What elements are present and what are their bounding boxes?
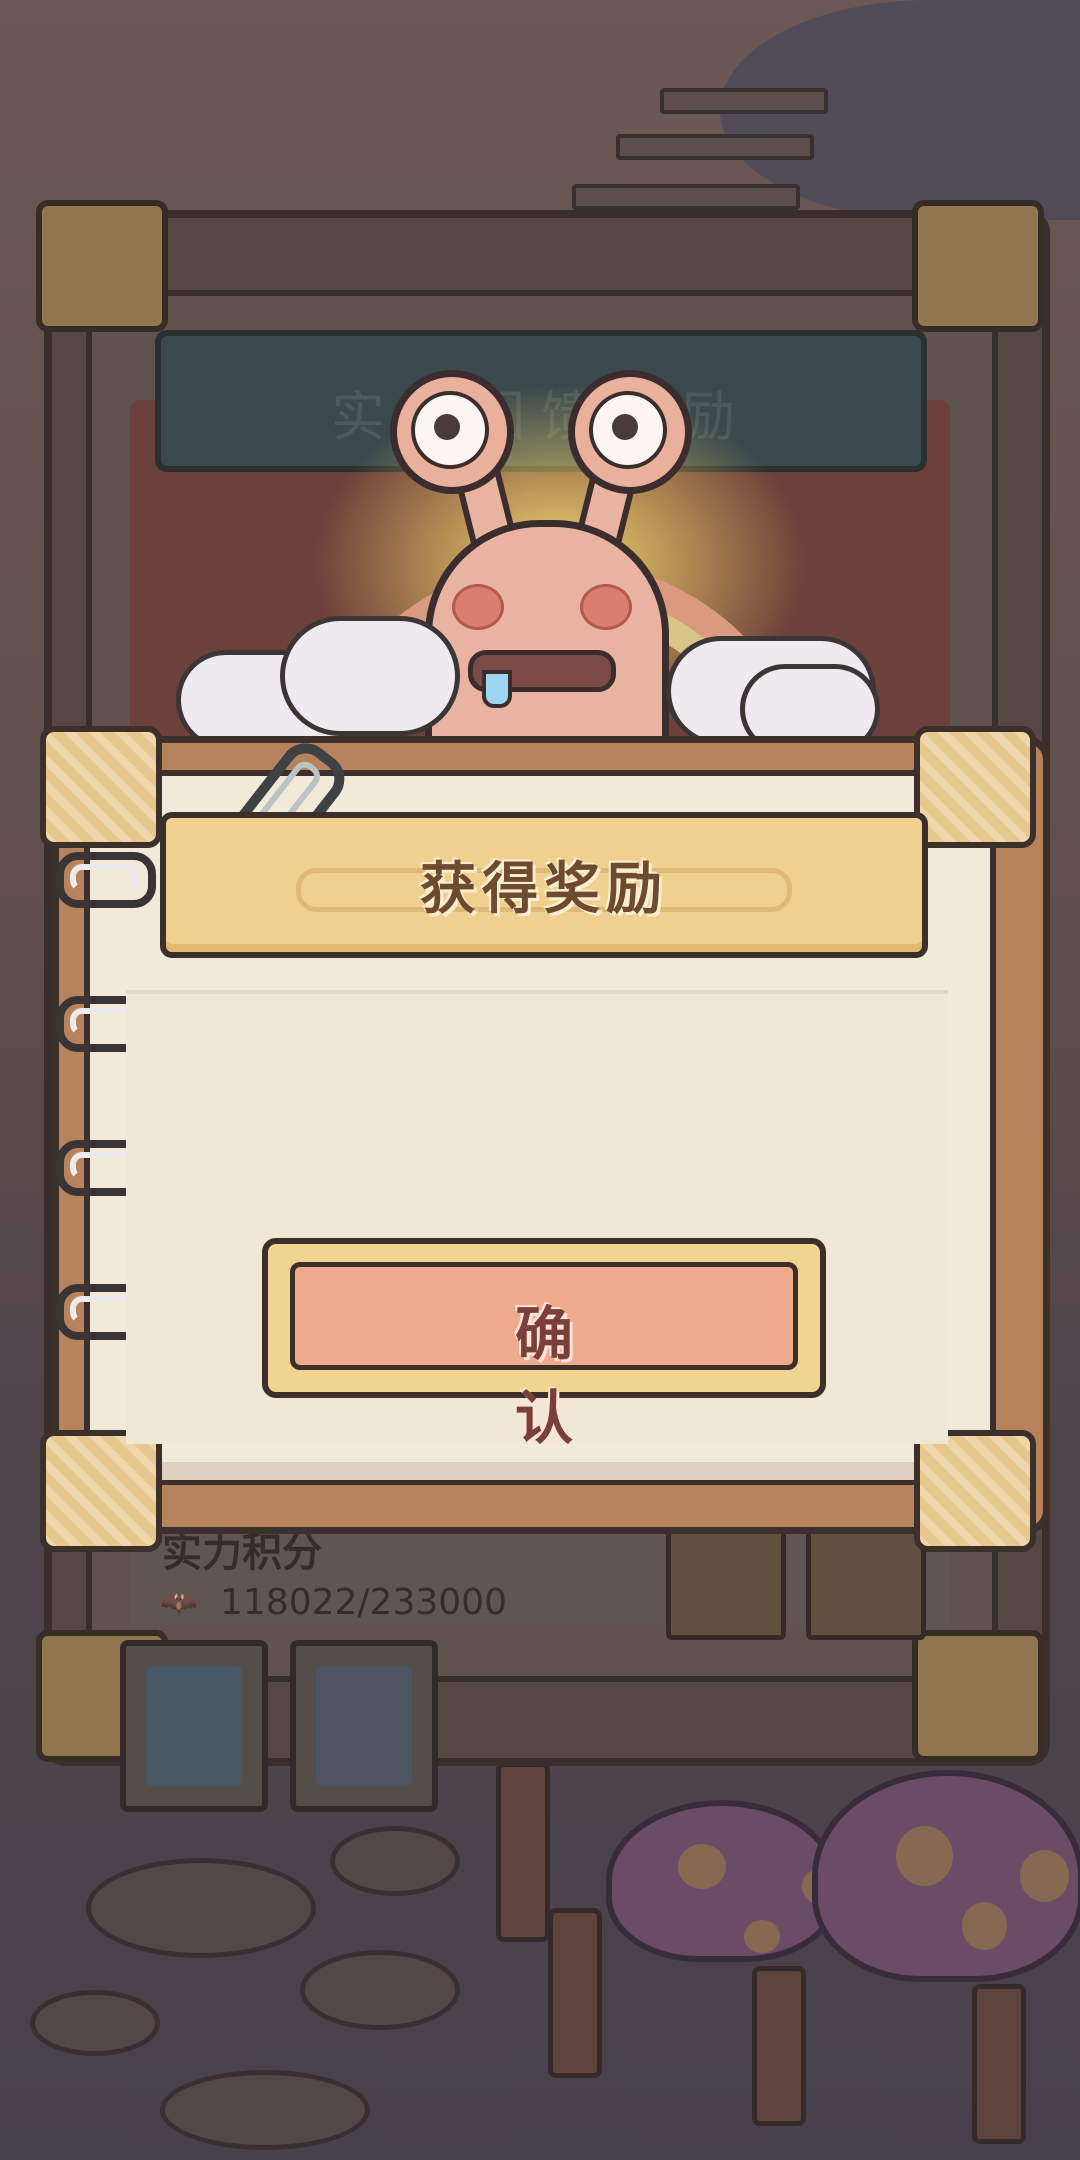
dialog-corner — [40, 1430, 162, 1552]
confirm-button-face[interactable]: 确 认 — [290, 1262, 798, 1452]
snail-eye — [390, 370, 514, 494]
snail-drool — [482, 670, 512, 708]
confirm-button[interactable]: 确 认 — [262, 1238, 826, 1452]
dialog-corner — [40, 726, 162, 848]
dialog-corner — [914, 1430, 1036, 1552]
dialog-title: 获得奖励 — [420, 857, 668, 922]
dialog-title-bar: 获得奖励 — [160, 812, 928, 958]
dialog-corner — [914, 726, 1036, 848]
confirm-button-label: 确 认 — [514, 1300, 812, 1452]
cloud-decoration — [280, 616, 460, 736]
snail-cheek — [580, 584, 632, 630]
snail-eye — [568, 370, 692, 494]
dialog-paper-edge — [96, 1462, 986, 1485]
snail-cheek — [452, 584, 504, 630]
binder-ring-icon — [56, 852, 156, 908]
